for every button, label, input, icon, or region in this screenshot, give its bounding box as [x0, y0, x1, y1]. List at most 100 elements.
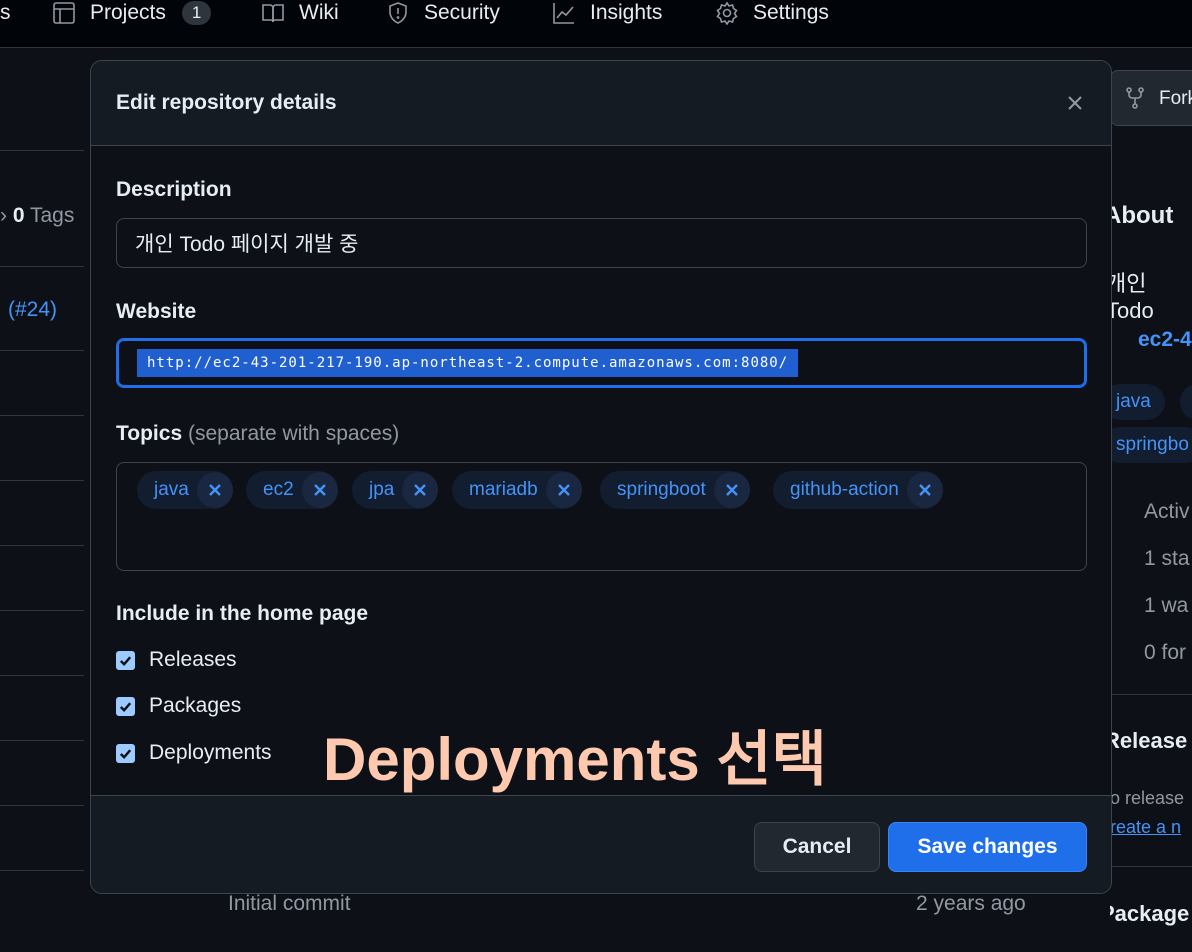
repo-nav: s Projects 1 Wiki Security Insights Sett…: [0, 0, 1192, 48]
remove-topic-button[interactable]: [196, 472, 233, 508]
divider: [0, 610, 84, 611]
about-topic-chip[interactable]: [1180, 384, 1192, 420]
nav-security[interactable]: Security: [386, 0, 500, 26]
topics-input[interactable]: java ec2 jpa mariadb springboot github-a…: [116, 462, 1087, 571]
about-topic-java[interactable]: java: [1110, 384, 1165, 420]
annotation-overlay: Deployments 선택: [323, 726, 827, 793]
book-icon: [262, 4, 284, 23]
edit-repository-dialog: Edit repository details Description Webs…: [90, 60, 1112, 894]
fork-label: Fork: [1159, 88, 1192, 109]
topics-hint: (separate with spaces): [187, 422, 400, 445]
projects-counter: 1: [181, 1, 212, 25]
tags-link[interactable]: › 0 Tags: [0, 204, 74, 228]
remove-topic-button[interactable]: [402, 472, 439, 508]
check-icon: [119, 748, 132, 759]
watchers-link[interactable]: 1 wa: [1144, 594, 1188, 618]
nav-insights[interactable]: Insights: [552, 0, 662, 26]
topic-label: github-action: [790, 479, 899, 500]
divider: [0, 805, 84, 806]
topic-chip: jpa: [352, 471, 439, 509]
releases-checkbox[interactable]: [116, 650, 135, 670]
dialog-body: Description Website http://ec2-43-201-21…: [91, 146, 1111, 795]
about-website-link[interactable]: ec2-4: [1138, 328, 1192, 352]
deployments-checkbox[interactable]: [116, 743, 135, 763]
close-icon: [1068, 96, 1082, 110]
remove-topic-button[interactable]: [713, 472, 750, 508]
topic-chip: github-action: [773, 471, 943, 509]
divider: [0, 870, 84, 871]
topic-label: springboot: [617, 479, 706, 500]
deployments-checkbox-label: Deployments: [149, 741, 272, 764]
packages-option[interactable]: Packages: [116, 694, 241, 718]
close-button[interactable]: [1059, 87, 1091, 119]
nav-wiki[interactable]: Wiki: [261, 0, 339, 26]
website-value-selected: http://ec2-43-201-217-190.ap-northeast-2…: [137, 349, 799, 377]
topic-label: java: [154, 479, 189, 500]
close-icon: [557, 484, 570, 496]
nav-security-label: Security: [424, 1, 500, 24]
shield-icon: [389, 2, 407, 24]
tags-label: Tags: [29, 204, 75, 227]
packages-checkbox[interactable]: [116, 696, 135, 716]
close-icon: [725, 484, 738, 496]
description-input[interactable]: [116, 218, 1087, 268]
commit-time: 2 years ago: [916, 892, 1026, 915]
divider: [0, 740, 84, 741]
divider: [1110, 694, 1192, 695]
pr-reference[interactable]: (#24): [8, 298, 57, 322]
forks-link[interactable]: 0 for: [1144, 641, 1186, 665]
nav-partial-label: s: [0, 1, 11, 24]
nav-projects[interactable]: Projects 1: [52, 0, 212, 26]
topic-chip: ec2: [246, 471, 338, 509]
deployments-option[interactable]: Deployments: [116, 741, 272, 765]
topic-chip: java: [137, 471, 233, 509]
topics-label: Topics (separate with spaces): [116, 422, 399, 446]
close-icon: [414, 484, 427, 496]
remove-topic-button[interactable]: [301, 472, 338, 508]
include-label: Include in the home page: [116, 602, 369, 625]
about-topic-springboot[interactable]: springbo: [1110, 427, 1192, 463]
divider: [0, 480, 84, 481]
fork-button[interactable]: Fork: [1110, 70, 1192, 126]
fork-icon: [1126, 87, 1144, 109]
save-changes-button[interactable]: Save changes: [888, 822, 1087, 872]
topic-label: mariadb: [469, 479, 538, 500]
topic-label: jpa: [369, 479, 395, 500]
divider: [0, 350, 84, 351]
close-icon: [918, 484, 931, 496]
remove-topic-button[interactable]: [545, 472, 582, 508]
website-label: Website: [116, 300, 197, 323]
nav-partial-item[interactable]: s: [0, 0, 11, 26]
releases-option[interactable]: Releases: [116, 648, 237, 672]
divider: [0, 150, 84, 151]
dialog-footer: Cancel Save changes: [91, 795, 1111, 893]
no-releases-text: o release: [1110, 788, 1185, 808]
stars-link[interactable]: 1 sta: [1144, 547, 1190, 571]
dialog-title: Edit repository details: [116, 91, 337, 114]
graph-icon: [553, 3, 574, 24]
about-sidebar: Fork About 개인 Todo ec2-4 java springbo A…: [1110, 0, 1192, 952]
table-icon: [53, 2, 75, 24]
cancel-button[interactable]: Cancel: [754, 822, 880, 872]
nav-projects-label: Projects: [90, 1, 166, 24]
check-icon: [119, 701, 132, 712]
commit-message[interactable]: Initial commit: [228, 892, 351, 916]
activity-link[interactable]: Activ: [1144, 500, 1190, 524]
divider: [0, 675, 84, 676]
divider: [0, 415, 84, 416]
remove-topic-button[interactable]: [906, 472, 943, 508]
nav-wiki-label: Wiki: [299, 1, 339, 24]
gear-icon: [716, 1, 738, 25]
releases-checkbox-label: Releases: [149, 648, 237, 671]
topic-label: ec2: [263, 479, 294, 500]
nav-settings[interactable]: Settings: [715, 0, 829, 26]
releases-title: Release: [1110, 728, 1188, 753]
check-icon: [119, 655, 132, 666]
tags-count: 0: [12, 204, 25, 227]
create-release-link[interactable]: reate a n: [1110, 817, 1181, 838]
dialog-header: Edit repository details: [91, 61, 1111, 146]
divider: [0, 545, 84, 546]
close-icon: [313, 484, 326, 496]
about-description: 개인 Todo: [1110, 271, 1154, 323]
packages-title: Package: [1110, 901, 1190, 926]
